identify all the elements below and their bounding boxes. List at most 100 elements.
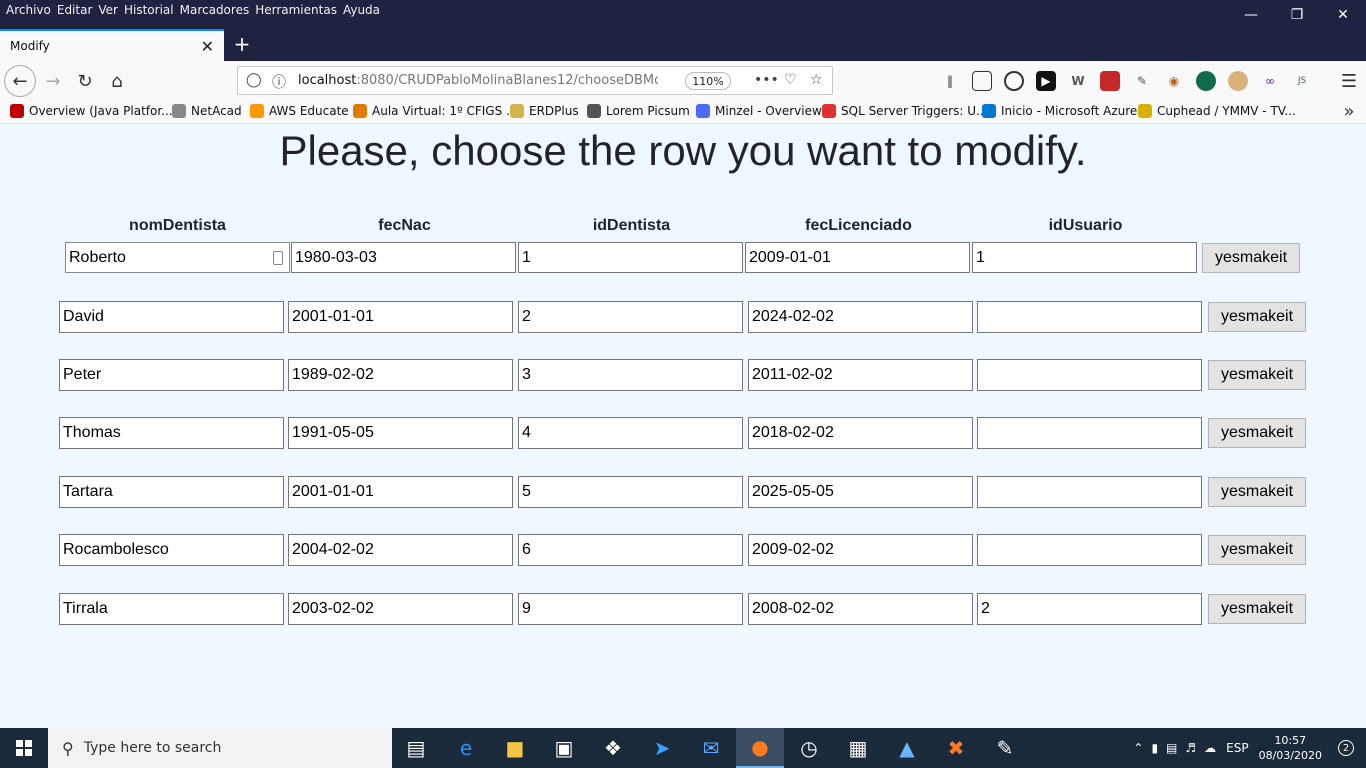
restore-icon[interactable]: ❐ (1274, 0, 1320, 29)
name-field[interactable]: David (59, 301, 284, 333)
yesmakeit-button[interactable]: yesmakeit (1208, 360, 1306, 390)
bookmark-item[interactable]: Minzel - Overview (696, 104, 822, 118)
new-tab-icon[interactable]: + (231, 32, 253, 56)
license-date-field[interactable]: 2008-02-02 (748, 593, 973, 625)
menu-item-herramientas[interactable]: Herramientas (255, 3, 337, 17)
birthdate-field[interactable]: 2001-01-01 (288, 301, 513, 333)
youtube-icon[interactable]: ▶ (1036, 71, 1056, 91)
user-id-field[interactable] (977, 301, 1202, 333)
close-window-icon[interactable]: ✕ (1320, 0, 1366, 29)
menu-item-historial[interactable]: Historial (124, 3, 174, 17)
yesmakeit-button[interactable]: yesmakeit (1208, 535, 1306, 565)
shield-icon[interactable]: ◯ (246, 72, 262, 88)
menu-item-ayuda[interactable]: Ayuda (343, 3, 380, 17)
vscode-icon[interactable]: ➤ (638, 728, 686, 768)
license-date-field[interactable]: 2009-01-01 (745, 242, 970, 273)
network-icon[interactable]: ▤ (1166, 741, 1177, 755)
yesmakeit-button[interactable]: yesmakeit (1208, 302, 1306, 332)
hamburger-menu-icon[interactable]: ☰ (1334, 66, 1364, 96)
reload-icon[interactable]: ↻ (70, 66, 100, 96)
menu-item-editar[interactable]: Editar (57, 3, 93, 17)
id-field[interactable]: 9 (518, 593, 743, 625)
birthdate-field[interactable]: 1991-05-05 (288, 417, 513, 449)
store-icon[interactable]: ▣ (540, 728, 588, 768)
close-tab-icon[interactable]: ✕ (201, 37, 214, 56)
bookmark-item[interactable]: ERDPlus (510, 104, 579, 118)
id-field[interactable]: 3 (518, 359, 743, 391)
name-field[interactable]: Tartara (59, 476, 284, 508)
js-icon[interactable]: JS (1292, 71, 1312, 91)
bookmark-item[interactable]: Inicio - Microsoft Azure (982, 104, 1137, 118)
menu-item-ver[interactable]: Ver (98, 3, 118, 17)
license-date-field[interactable]: 2009-02-02 (748, 534, 973, 566)
id-field[interactable]: 2 (518, 301, 743, 333)
account-icon[interactable] (1004, 71, 1024, 91)
user-id-field[interactable]: 2 (977, 593, 1202, 625)
task-view-icon[interactable]: ▤ (392, 728, 440, 768)
bookmark-item[interactable]: AWS Educate (250, 104, 349, 118)
sidebar-icon[interactable] (972, 71, 992, 91)
language-indicator[interactable]: ESP (1226, 741, 1248, 755)
name-field[interactable]: Tirrala (59, 593, 284, 625)
forward-icon[interactable]: → (38, 66, 68, 96)
taskbar-search[interactable]: ⚲ Type here to search (48, 728, 392, 768)
id-field[interactable]: 4 (518, 417, 743, 449)
id-field[interactable]: 6 (518, 534, 743, 566)
license-date-field[interactable]: 2025-05-05 (748, 476, 973, 508)
bookmark-item[interactable]: Cuphead / YMMV - TV... (1138, 104, 1296, 118)
menu-item-archivo[interactable]: Archivo (6, 3, 51, 17)
minimize-icon[interactable]: — (1228, 0, 1274, 29)
clock-app-icon[interactable]: ◷ (785, 728, 833, 768)
monkey-icon[interactable] (1228, 71, 1248, 91)
url-bar[interactable]: ◯ ⓘ localhost:8080/CRUDPabloMolinaBlanes… (237, 66, 833, 95)
paint-icon[interactable]: ✎ (981, 728, 1029, 768)
extension-badge-icon[interactable] (1100, 71, 1120, 91)
extension-w-icon[interactable]: W (1068, 71, 1088, 91)
name-field[interactable]: Rocambolesco (59, 534, 284, 566)
library-icon[interactable]: ‖ (940, 71, 960, 91)
menu-item-marcadores[interactable]: Marcadores (180, 3, 250, 17)
name-field[interactable]: Thomas (59, 417, 284, 449)
user-id-field[interactable] (977, 417, 1202, 449)
eyedropper-icon[interactable]: ✎ (1132, 71, 1152, 91)
id-field[interactable]: 1 (518, 242, 743, 273)
yesmakeit-button[interactable]: yesmakeit (1208, 594, 1306, 624)
windows-start-icon[interactable] (0, 728, 48, 768)
birthdate-field[interactable]: 2003-02-02 (288, 593, 513, 625)
name-field[interactable]: Roberto (65, 242, 290, 273)
license-date-field[interactable]: 2018-02-02 (748, 417, 973, 449)
file-explorer-icon[interactable]: ■ (491, 728, 539, 768)
firefox-icon[interactable]: ● (736, 728, 784, 768)
autofill-icon[interactable] (273, 251, 283, 265)
yesmakeit-button[interactable]: yesmakeit (1208, 477, 1306, 507)
yesmakeit-button[interactable]: yesmakeit (1202, 243, 1300, 273)
tab-modify[interactable]: Modify ✕ (0, 29, 224, 61)
network-app-icon[interactable]: ▦ (834, 728, 882, 768)
battery-icon[interactable]: ▮ (1151, 741, 1158, 755)
user-id-field[interactable] (977, 359, 1202, 391)
license-date-field[interactable]: 2024-02-02 (748, 301, 973, 333)
bookmark-item[interactable]: Aula Virtual: 1º CFIGS ... (353, 104, 517, 118)
link-icon[interactable]: ∞ (1260, 71, 1280, 91)
bookmark-item[interactable]: SQL Server Triggers: U... (822, 104, 987, 118)
bookmark-item[interactable]: Lorem Picsum (587, 104, 690, 118)
clock[interactable]: 10:57 08/03/2020 (1259, 733, 1322, 763)
user-id-field[interactable] (977, 534, 1202, 566)
user-id-field[interactable]: 1 (972, 242, 1197, 273)
home-icon[interactable]: ⌂ (102, 66, 132, 96)
license-date-field[interactable]: 2011-02-02 (748, 359, 973, 391)
bookmark-item[interactable]: Overview (Java Platfor... (10, 104, 173, 118)
notification-center-icon[interactable]: 2 (1338, 740, 1354, 756)
volume-icon[interactable]: ♬ (1185, 741, 1196, 755)
mail-icon[interactable]: ✉ (687, 728, 735, 768)
extension-green-icon[interactable] (1196, 71, 1216, 91)
more-icon[interactable]: ••• (754, 72, 779, 88)
zoom-indicator[interactable]: 110% (685, 72, 731, 90)
birthdate-field[interactable]: 2001-01-01 (288, 476, 513, 508)
info-icon[interactable]: ⓘ (272, 72, 286, 92)
onedrive-icon[interactable]: ☁ (1204, 741, 1216, 755)
bookmark-item[interactable]: NetAcad (172, 104, 242, 118)
id-field[interactable]: 5 (518, 476, 743, 508)
birthdate-field[interactable]: 1980-03-03 (291, 242, 516, 273)
dropbox-icon[interactable]: ❖ (589, 728, 637, 768)
